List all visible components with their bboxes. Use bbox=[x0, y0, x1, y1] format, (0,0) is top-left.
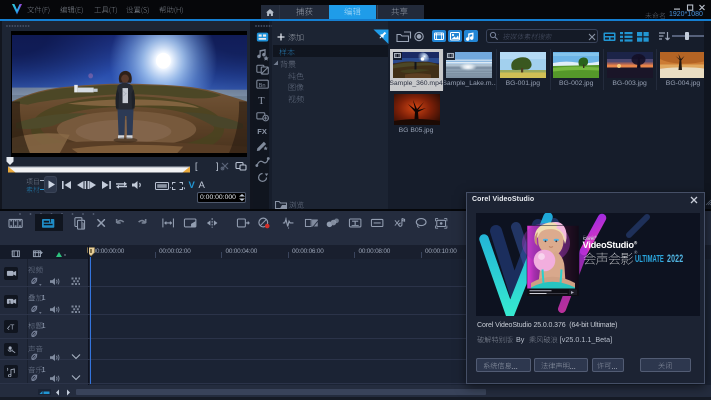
svg-text:T: T bbox=[258, 96, 265, 107]
svg-text:Bn: Bn bbox=[259, 83, 266, 89]
svg-text:1: 1 bbox=[8, 299, 11, 304]
svg-text:T: T bbox=[10, 325, 15, 332]
svg-text:FX: FX bbox=[257, 127, 267, 136]
